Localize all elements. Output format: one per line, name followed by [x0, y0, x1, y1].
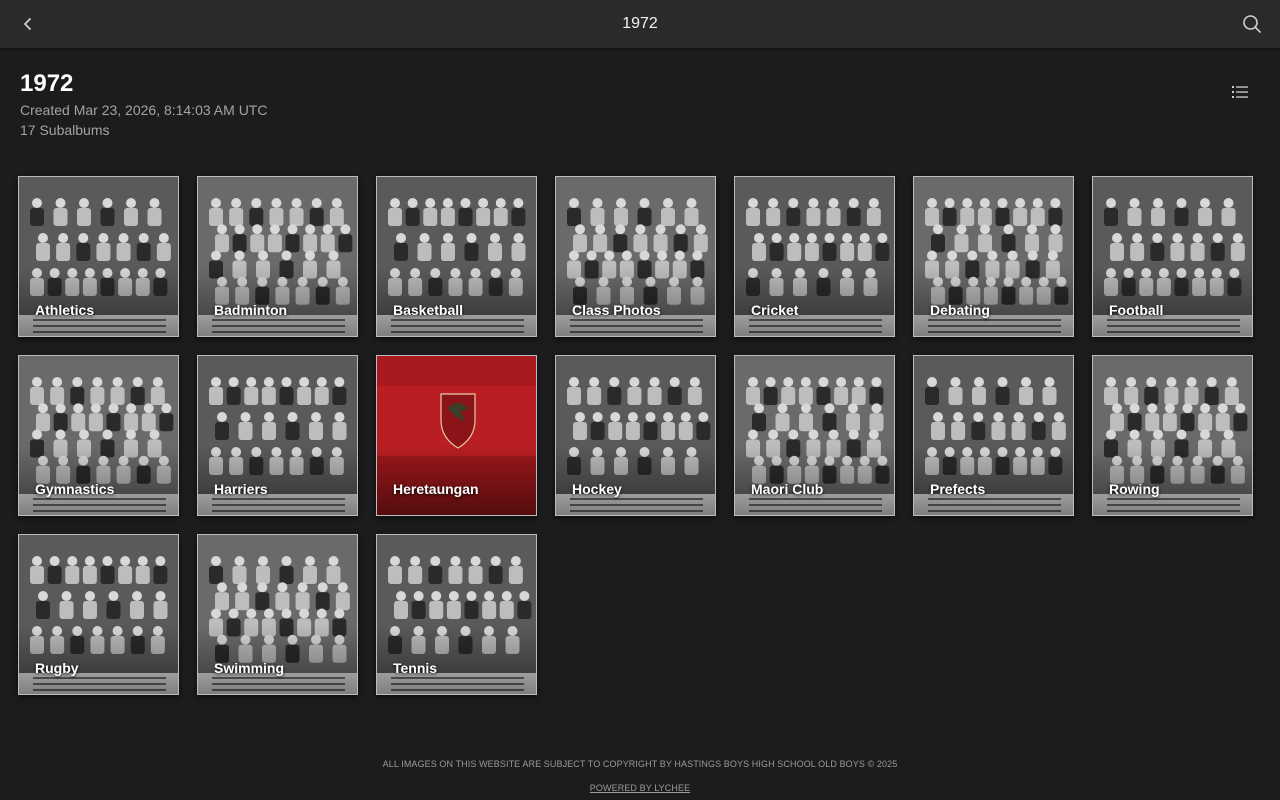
- view-toggle-button[interactable]: [1230, 82, 1250, 102]
- album-card-overlay: [735, 445, 894, 515]
- album-card-overlay: [198, 445, 357, 515]
- album-card[interactable]: Maori Club: [734, 355, 895, 516]
- album-card[interactable]: Debating: [913, 176, 1074, 337]
- album-card-label: Gymnastics: [35, 481, 115, 497]
- album-card-overlay: [1093, 445, 1252, 515]
- album-card-label: Class Photos: [572, 302, 661, 318]
- album-card[interactable]: Cricket: [734, 176, 895, 337]
- album-card-overlay: [377, 624, 536, 694]
- top-bar-title: 1972: [622, 15, 658, 32]
- album-title: 1972: [20, 70, 74, 97]
- album-card-overlay: [198, 266, 357, 336]
- album-card[interactable]: Badminton: [197, 176, 358, 337]
- search-button[interactable]: [1240, 12, 1264, 36]
- album-card[interactable]: Basketball: [376, 176, 537, 337]
- album-card-label: Rugby: [35, 660, 79, 676]
- album-card-label: Harriers: [214, 481, 268, 497]
- album-card-label: Prefects: [930, 481, 986, 497]
- list-icon: [1232, 86, 1248, 98]
- album-card-overlay: [377, 266, 536, 336]
- subalbum-count: 17 Subalbums: [20, 122, 110, 138]
- album-card-label: Tennis: [393, 660, 438, 676]
- album-card-label: Football: [1109, 302, 1164, 318]
- album-card-label: Athletics: [35, 302, 95, 318]
- album-card-label: Maori Club: [751, 481, 824, 497]
- album-card-overlay: [914, 266, 1073, 336]
- album-card-overlay: [914, 445, 1073, 515]
- album-card[interactable]: Tennis: [376, 534, 537, 695]
- album-card-overlay: [556, 266, 715, 336]
- search-icon: [1243, 15, 1261, 33]
- album-card[interactable]: Gymnastics: [18, 355, 179, 516]
- album-card-overlay: [556, 445, 715, 515]
- album-card-label: Swimming: [214, 660, 285, 676]
- album-card-overlay: [19, 266, 178, 336]
- powered-by-link[interactable]: POWERED BY LYCHEE: [0, 783, 1280, 793]
- album-card-label: Hockey: [572, 481, 622, 497]
- album-card-label: Heretaungan: [393, 481, 479, 497]
- top-bar: 1972: [0, 0, 1280, 48]
- album-card[interactable]: Hockey: [555, 355, 716, 516]
- album-card[interactable]: Class Photos: [555, 176, 716, 337]
- album-card-label: Debating: [930, 302, 990, 318]
- album-card[interactable]: Rugby: [18, 534, 179, 695]
- copyright-notice: ALL IMAGES ON THIS WEBSITE ARE SUBJECT T…: [382, 759, 898, 769]
- album-card[interactable]: Heretaungan: [376, 355, 537, 516]
- album-card[interactable]: Prefects: [913, 355, 1074, 516]
- album-card-label: Rowing: [1109, 481, 1160, 497]
- album-card-overlay: [19, 624, 178, 694]
- album-card[interactable]: Rowing: [1092, 355, 1253, 516]
- album-header: 1972 Created Mar 23, 2026, 8:14:03 AM UT…: [20, 68, 267, 140]
- album-created-date: Created Mar 23, 2026, 8:14:03 AM UTC: [20, 102, 268, 118]
- album-card-overlay: [198, 624, 357, 694]
- album-card-overlay: [1093, 266, 1252, 336]
- album-card-overlay: [735, 266, 894, 336]
- album-card[interactable]: Harriers: [197, 355, 358, 516]
- album-card-label: Cricket: [751, 302, 799, 318]
- album-card[interactable]: Swimming: [197, 534, 358, 695]
- album-card-overlay: [19, 445, 178, 515]
- album-card-label: Badminton: [214, 302, 288, 318]
- album-card-label: Basketball: [393, 302, 464, 318]
- album-card[interactable]: Football: [1092, 176, 1253, 337]
- album-card[interactable]: Athletics: [18, 176, 179, 337]
- album-card-overlay: [377, 445, 536, 515]
